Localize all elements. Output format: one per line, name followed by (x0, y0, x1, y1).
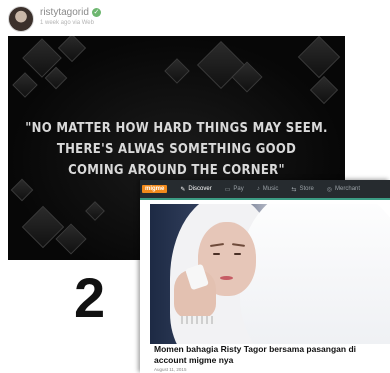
article-date: August 11, 2015 (154, 367, 187, 372)
quote-line: COMING AROUND THE CORNER" (68, 163, 285, 178)
music-note-icon: ♪ (256, 186, 260, 192)
decor-cube (164, 58, 190, 84)
migme-screenshot: migme ✎ Discover ▭ Pay ♪ Music ⇆ Store ◎… (140, 180, 390, 373)
nav-music[interactable]: ♪ Music (257, 186, 279, 192)
nav-label: Discover (188, 186, 212, 192)
nav-label: Merchant (335, 186, 361, 192)
photo-lips (220, 276, 233, 280)
post-header: ristytagorid ✓ 1 week ago via Web (6, 4, 346, 34)
article-photo[interactable] (150, 204, 390, 344)
username-text: ristytagorid (40, 7, 89, 18)
post-username[interactable]: ristytagorid ✓ (40, 7, 101, 18)
target-icon: ◎ (326, 186, 333, 193)
app-nav-bar: migme ✎ Discover ▭ Pay ♪ Music ⇆ Store ◎… (140, 180, 390, 198)
card-icon: ▭ (224, 186, 231, 193)
nav-label: Pay (233, 186, 244, 192)
quote-text: "NO MATTER HOW HARD THINGS MAY SEEM. THE… (8, 118, 345, 181)
decor-cube (309, 75, 339, 105)
decor-cube (297, 36, 341, 79)
exchange-icon: ⇆ (291, 186, 297, 193)
photo-veil (240, 204, 390, 344)
photo-bracelet (178, 316, 216, 324)
quote-line: "NO MATTER HOW HARD THINGS MAY SEEM. (25, 121, 328, 136)
overlay-number: 2 (74, 266, 106, 329)
pencil-icon: ✎ (180, 186, 186, 193)
photo-eye (213, 253, 220, 255)
decor-cube (57, 36, 87, 63)
nav-pay[interactable]: ▭ Pay (225, 186, 244, 193)
verified-check-icon: ✓ (91, 8, 101, 17)
nav-label: Store (299, 186, 314, 192)
nav-merchant[interactable]: ◎ Merchant (327, 186, 360, 193)
nav-label: Music (262, 186, 279, 192)
article-headline[interactable]: Momen bahagia Risty Tagor bersama pasang… (154, 344, 386, 366)
migme-logo[interactable]: migme (142, 185, 168, 193)
quote-line: THERE'S ALWAS SOMETHING GOOD (56, 142, 297, 157)
nav-discover[interactable]: ✎ Discover (180, 186, 211, 193)
post-meta: 1 week ago via Web (40, 20, 94, 26)
photo-eye (234, 253, 241, 255)
user-avatar[interactable] (8, 6, 34, 32)
nav-store[interactable]: ⇆ Store (291, 186, 313, 193)
nav-accent-bar (140, 198, 390, 200)
decor-cube (12, 72, 38, 98)
decor-cube (10, 178, 34, 202)
decor-cube (85, 201, 105, 221)
